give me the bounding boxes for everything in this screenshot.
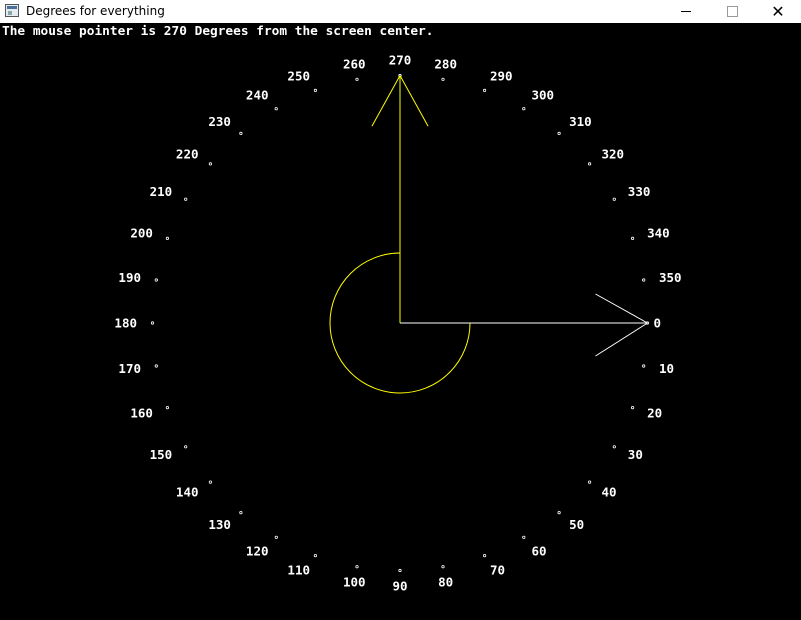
tick-dot-290: [482, 88, 487, 93]
tick-label-230: 230: [208, 114, 231, 129]
status-text: The mouse pointer is 270 Degrees from th…: [2, 24, 434, 39]
tick-label-240: 240: [246, 88, 269, 103]
tick-dot-330: [612, 197, 616, 201]
tick-dot-160: [165, 405, 169, 410]
tick-dot-20: [630, 405, 635, 410]
tick-dot-300: [522, 107, 526, 111]
tick-label-160: 160: [130, 406, 153, 421]
tick-dot-180: [150, 321, 155, 325]
tick-label-190: 190: [118, 270, 141, 285]
tick-dot-320: [587, 162, 592, 166]
reference-head-lower: [595, 322, 648, 357]
tick-label-330: 330: [628, 184, 651, 199]
tick-dot-10: [642, 364, 646, 368]
tick-label-170: 170: [118, 361, 141, 376]
tick-label-70: 70: [490, 563, 505, 578]
tick-label-210: 210: [150, 184, 173, 199]
tick-dot-70: [482, 553, 487, 558]
tick-dot-230: [239, 131, 243, 136]
tick-dot-140: [208, 480, 212, 484]
tick-label-250: 250: [287, 68, 310, 83]
maximize-button[interactable]: [709, 0, 755, 23]
tick-label-140: 140: [176, 485, 199, 500]
tick-label-320: 320: [602, 146, 625, 161]
tick-label-340: 340: [647, 226, 670, 241]
maximize-icon: [726, 6, 738, 17]
tick-label-40: 40: [602, 485, 617, 500]
tick-dot-350: [642, 278, 646, 282]
tick-dot-190: [154, 278, 158, 282]
drawing-canvas[interactable]: 0 10 20 30 40 50 60 70 80 90 100 110 120 130 140 150 160…: [0, 23, 801, 620]
tick-label-80: 80: [438, 575, 453, 590]
close-icon: ✕: [771, 1, 785, 21]
tick-label-90: 90: [392, 579, 407, 594]
tick-dot-30: [612, 445, 616, 449]
minimize-button[interactable]: [663, 0, 709, 23]
tick-dot-110: [313, 553, 317, 558]
tick-dot-250: [313, 88, 317, 93]
tick-label-270: 270: [389, 53, 412, 68]
tick-label-300: 300: [532, 88, 555, 103]
tick-dot-240: [274, 107, 278, 111]
minimize-icon: [681, 11, 691, 12]
tick-label-280: 280: [434, 57, 457, 72]
tick-dot-260: [355, 77, 359, 81]
tick-label-60: 60: [532, 543, 547, 558]
tick-label-50: 50: [569, 517, 584, 532]
tick-label-200: 200: [130, 226, 153, 241]
tick-label-310: 310: [569, 114, 592, 129]
tick-dot-220: [208, 162, 212, 166]
pointer-head-left: [399, 75, 429, 127]
tick-dot-50: [557, 510, 561, 515]
tick-label-100: 100: [343, 575, 366, 590]
tick-dot-310: [557, 131, 561, 136]
tick-label-260: 260: [343, 57, 366, 72]
tick-dot-90: [398, 568, 402, 573]
tick-dot-100: [355, 565, 359, 569]
tick-label-130: 130: [208, 517, 231, 532]
tick-dot-170: [154, 364, 158, 368]
window-title: Degrees for everything: [26, 4, 165, 18]
reference-arrow: [400, 293, 648, 357]
tick-dot-200: [165, 236, 169, 240]
tick-label-10: 10: [659, 361, 674, 376]
tick-label-20: 20: [647, 406, 662, 421]
app-window: Degrees for everything ✕ 0 10 20 30 40 50 60 70…: [0, 0, 801, 620]
tick-dot-280: [441, 77, 445, 81]
tick-dot-120: [274, 535, 278, 539]
tick-label-120: 120: [246, 543, 269, 558]
tick-label-110: 110: [287, 563, 310, 578]
tick-label-150: 150: [150, 447, 173, 462]
tick-dot-340: [630, 236, 635, 240]
tick-dot-150: [184, 445, 188, 449]
tick-label-180: 180: [114, 316, 137, 331]
pointer-arrow: [371, 75, 429, 323]
tick-dot-40: [587, 480, 592, 484]
pointer-head-right: [371, 75, 401, 127]
tick-label-350: 350: [659, 270, 682, 285]
close-button[interactable]: ✕: [755, 0, 801, 23]
tick-dot-130: [239, 510, 243, 515]
tick-dot-60: [522, 535, 526, 539]
tick-dot-210: [184, 197, 188, 201]
tick-label-0: 0: [654, 316, 662, 331]
tick-label-30: 30: [628, 447, 643, 462]
degree-dial: 0 10 20 30 40 50 60 70 80 90 100 110 120 130 140 150 160…: [114, 53, 682, 594]
title-bar[interactable]: Degrees for everything ✕: [0, 0, 801, 23]
reference-head-upper: [595, 293, 648, 324]
window-icon[interactable]: [5, 4, 19, 17]
tick-label-220: 220: [176, 146, 199, 161]
tick-label-290: 290: [490, 68, 513, 83]
tick-dot-80: [441, 565, 445, 569]
